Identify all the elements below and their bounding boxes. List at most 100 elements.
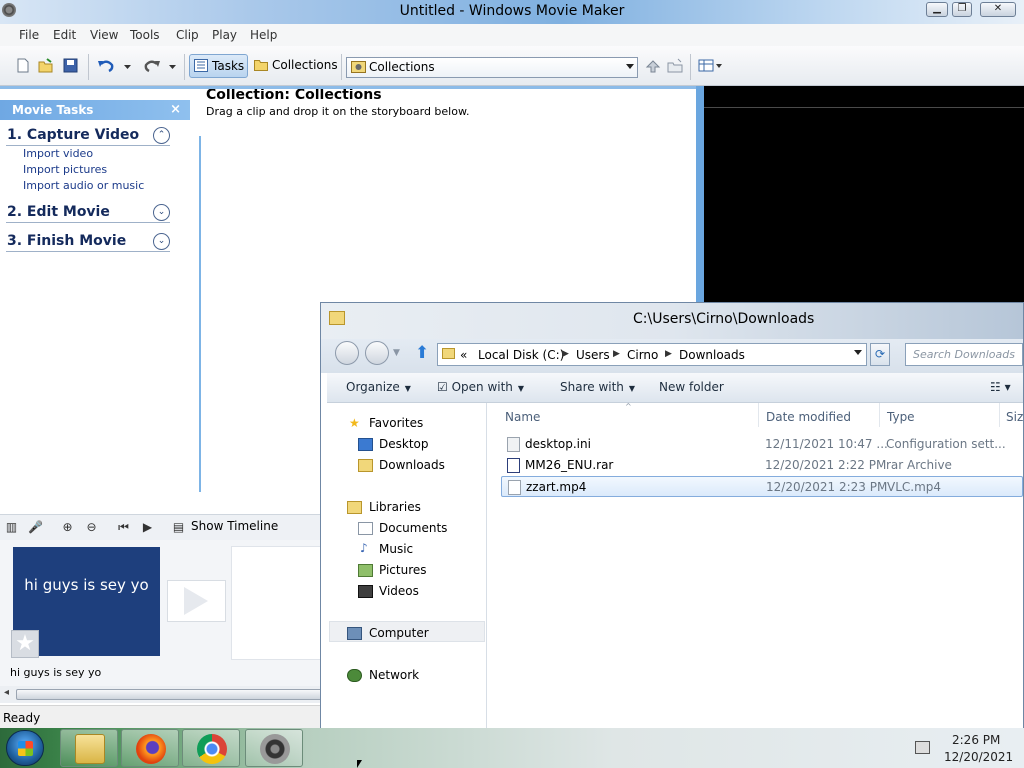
- taskbar-firefox[interactable]: [121, 729, 179, 767]
- menu-help[interactable]: Help: [250, 28, 277, 42]
- empty-storyboard-slot[interactable]: [231, 546, 322, 660]
- share-with-button[interactable]: Share with ▼: [560, 380, 635, 394]
- clock-time[interactable]: 2:26 PM: [952, 733, 1000, 747]
- chevron-down-icon[interactable]: ⌄: [153, 204, 170, 221]
- narrate-microphone-icon[interactable]: 🎤: [28, 520, 43, 535]
- taskbar-explorer[interactable]: [60, 729, 118, 767]
- breadcrumb-overflow[interactable]: «: [460, 348, 467, 362]
- tasks-toggle-button[interactable]: Tasks: [189, 54, 248, 78]
- task-section-capture-video[interactable]: 1. Capture Video ⌃: [6, 126, 170, 146]
- restore-button[interactable]: ❐: [952, 2, 972, 17]
- pane-divider[interactable]: [199, 136, 201, 492]
- recent-pages-dropdown-icon[interactable]: ▼: [393, 348, 400, 358]
- up-arrow-icon[interactable]: ⬆: [415, 343, 429, 363]
- nav-desktop[interactable]: Desktop: [379, 437, 429, 451]
- import-audio-link[interactable]: Import audio or music: [23, 179, 144, 192]
- nav-videos[interactable]: Videos: [379, 584, 419, 598]
- import-video-link[interactable]: Import video: [23, 147, 93, 160]
- save-project-icon[interactable]: [63, 58, 78, 73]
- nav-favorites[interactable]: Favorites: [369, 416, 423, 430]
- nav-computer[interactable]: Computer: [369, 626, 429, 640]
- show-timeline-button[interactable]: Show Timeline: [191, 519, 278, 533]
- chevron-down-icon[interactable]: [854, 350, 862, 355]
- storyboard-view-icon[interactable]: ▥: [4, 520, 19, 535]
- back-button[interactable]: [335, 341, 359, 365]
- storyboard-scrollbar[interactable]: ◂: [0, 686, 322, 703]
- menu-file[interactable]: File: [19, 28, 39, 42]
- menu-play[interactable]: Play: [212, 28, 237, 42]
- column-separator[interactable]: [879, 403, 880, 427]
- explorer-titlebar[interactable]: C:\Users\Cirno\Downloads: [321, 303, 1023, 339]
- collections-toggle-button[interactable]: Collections: [250, 54, 338, 78]
- menu-tools[interactable]: Tools: [130, 28, 160, 42]
- file-row[interactable]: MM26_ENU.rar 12/20/2021 2:22 PM rar Arch…: [501, 455, 1023, 476]
- task-section-edit-movie[interactable]: 2. Edit Movie ⌄: [6, 203, 170, 223]
- task-section-finish-movie[interactable]: 3. Finish Movie ⌄: [6, 232, 170, 252]
- redo-icon[interactable]: [143, 58, 161, 73]
- breadcrumb-downloads[interactable]: Downloads: [679, 348, 745, 362]
- column-name[interactable]: Name: [505, 410, 540, 424]
- open-project-icon[interactable]: [38, 58, 53, 73]
- collections-dropdown[interactable]: Collections: [346, 57, 638, 78]
- network-tray-icon[interactable]: [915, 741, 930, 754]
- views-icon[interactable]: [698, 58, 724, 73]
- new-folder-button[interactable]: New folder: [659, 380, 724, 394]
- nav-libraries[interactable]: Libraries: [369, 500, 421, 514]
- close-icon[interactable]: ×: [170, 102, 181, 117]
- nav-pictures[interactable]: Pictures: [379, 563, 427, 577]
- column-separator[interactable]: [758, 403, 759, 427]
- redo-dropdown-icon[interactable]: [168, 58, 177, 73]
- menu-clip[interactable]: Clip: [176, 28, 199, 42]
- new-project-icon[interactable]: [15, 58, 30, 73]
- timeline-icon[interactable]: ▤: [171, 520, 186, 535]
- nav-downloads[interactable]: Downloads: [379, 458, 445, 472]
- menu-view[interactable]: View: [90, 28, 118, 42]
- zoom-in-icon[interactable]: ⊕: [60, 520, 75, 535]
- monitor-divider[interactable]: [696, 86, 704, 310]
- new-collection-folder-icon[interactable]: [667, 58, 683, 74]
- chevron-right-icon[interactable]: ▶: [613, 349, 620, 359]
- menu-edit[interactable]: Edit: [53, 28, 76, 42]
- taskbar-chrome[interactable]: [182, 729, 240, 767]
- play-icon[interactable]: ▶: [140, 520, 155, 535]
- share-with-label: Share with: [560, 380, 624, 394]
- chevron-down-icon[interactable]: ⌄: [153, 233, 170, 250]
- undo-icon[interactable]: [97, 58, 115, 73]
- column-date-modified[interactable]: Date modified: [766, 410, 851, 424]
- rewind-icon[interactable]: ⏮: [116, 520, 131, 535]
- column-size[interactable]: Size: [1006, 410, 1024, 424]
- breadcrumb-cirno[interactable]: Cirno: [627, 348, 658, 362]
- open-with-button[interactable]: ☑ Open with ▼: [437, 380, 524, 394]
- undo-dropdown-icon[interactable]: [123, 58, 132, 73]
- zoom-out-icon[interactable]: ⊖: [84, 520, 99, 535]
- start-button[interactable]: [6, 730, 44, 766]
- nav-documents[interactable]: Documents: [379, 521, 447, 535]
- chevron-up-icon[interactable]: ⌃: [153, 127, 170, 144]
- chevron-right-icon[interactable]: ▶: [562, 349, 569, 359]
- address-bar[interactable]: « Local Disk (C:) ▶ Users ▶ Cirno ▶ Down…: [437, 343, 867, 366]
- column-type[interactable]: Type: [887, 410, 915, 424]
- nav-network[interactable]: Network: [369, 668, 419, 682]
- video-effect-star-icon[interactable]: ★: [11, 630, 39, 658]
- file-row[interactable]: desktop.ini 12/11/2021 10:47 ... Configu…: [501, 434, 1023, 455]
- minimize-button[interactable]: ▁: [926, 2, 948, 17]
- organize-button[interactable]: Organize ▼: [346, 380, 411, 394]
- chevron-right-icon[interactable]: ▶: [665, 349, 672, 359]
- change-view-icon[interactable]: ☷ ▾: [990, 380, 1011, 394]
- scrollbar-thumb[interactable]: [16, 689, 322, 700]
- up-one-level-icon[interactable]: [645, 58, 661, 74]
- clock-date[interactable]: 12/20/2021: [944, 750, 1013, 764]
- close-button[interactable]: ✕: [980, 2, 1016, 17]
- breadcrumb-local-disk[interactable]: Local Disk (C:): [478, 348, 564, 362]
- column-separator[interactable]: [999, 403, 1000, 427]
- import-pictures-link[interactable]: Import pictures: [23, 163, 107, 176]
- taskbar-moviemaker[interactable]: [245, 729, 303, 767]
- forward-button[interactable]: [365, 341, 389, 365]
- breadcrumb-users[interactable]: Users: [576, 348, 610, 362]
- file-row-selected[interactable]: zzart.mp4 12/20/2021 2:23 PM VLC.mp4: [501, 476, 1023, 497]
- refresh-button[interactable]: ⟳: [870, 343, 890, 366]
- nav-music[interactable]: Music: [379, 542, 413, 556]
- scroll-left-icon[interactable]: ◂: [4, 687, 9, 698]
- search-input[interactable]: Search Downloads: [905, 343, 1023, 366]
- transition-slot[interactable]: [167, 580, 226, 622]
